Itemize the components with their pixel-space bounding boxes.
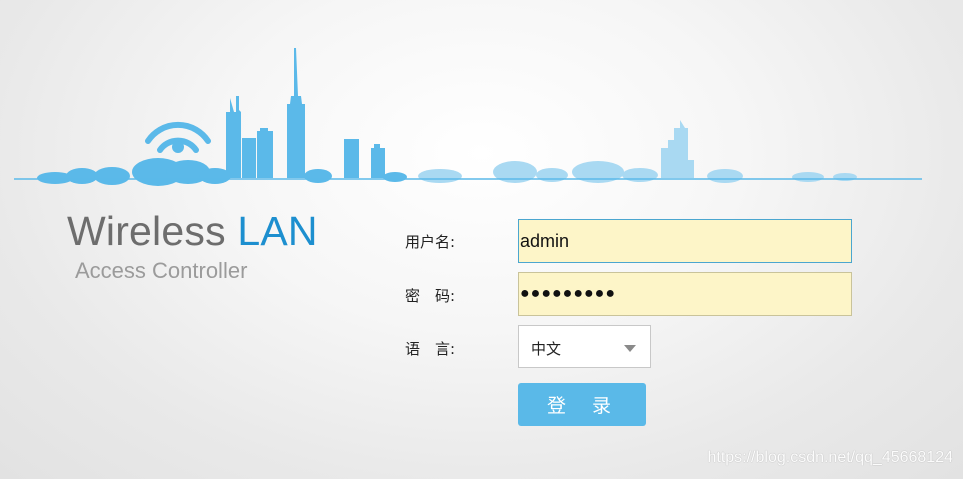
skyline-illustration [14, 48, 922, 186]
username-label: 用户名: [405, 233, 456, 251]
language-select-value: 中文 [531, 340, 562, 358]
language-label: 语 言: [405, 340, 456, 358]
brand-title: Wireless LAN [67, 206, 318, 256]
brand-title-accent: LAN [237, 208, 318, 254]
chevron-down-icon [624, 345, 636, 352]
right-towers [418, 120, 857, 183]
username-input[interactable] [518, 219, 852, 263]
wifi-icon [145, 121, 211, 153]
left-towers [226, 48, 385, 178]
brand-subtitle: Access Controller [75, 258, 248, 283]
password-input[interactable] [518, 272, 852, 316]
login-button[interactable]: 登 录 [518, 383, 646, 426]
brand-title-main: Wireless [67, 208, 226, 254]
password-label: 密 码: [405, 287, 456, 305]
language-select[interactable]: 中文 [518, 325, 651, 368]
watermark: https://blog.csdn.net/qq_45668124 [707, 449, 953, 466]
